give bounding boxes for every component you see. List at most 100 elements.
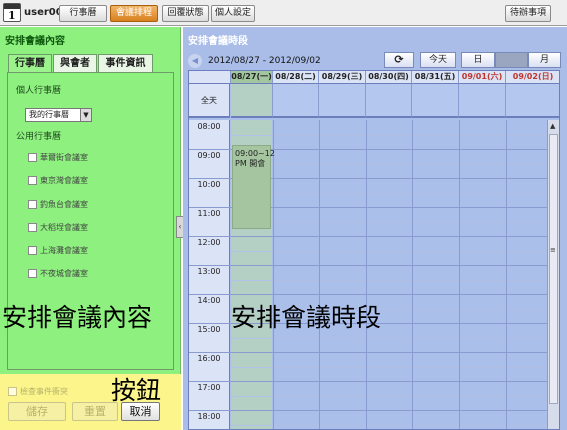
date-range: 2012/08/27 - 2012/09/02 <box>208 56 321 66</box>
day-header[interactable]: 08/29(三) <box>319 71 366 84</box>
room-checkbox[interactable] <box>28 153 37 162</box>
room-checkbox[interactable] <box>28 200 37 209</box>
personal-calendar-select[interactable]: 我的行事曆 ▼ <box>25 108 92 122</box>
refresh-icon: ⟳ <box>394 53 404 66</box>
day-separator <box>506 120 507 429</box>
reply-status-button[interactable]: 回覆狀態 <box>162 5 209 22</box>
room-checkbox[interactable] <box>28 223 37 232</box>
room-label: 不夜城會議室 <box>40 269 88 278</box>
day-separator <box>412 120 413 429</box>
allday-label: 全天 <box>189 84 230 118</box>
annotation-meeting-time: 安排會議時段 <box>231 303 382 332</box>
meeting-content-title: 安排會議內容 <box>5 36 65 47</box>
half-hour-line <box>231 396 549 397</box>
time-label: 10:00 <box>197 180 221 189</box>
annotation-buttons: 按鈕 <box>111 376 162 405</box>
month-view-button[interactable]: 月 <box>528 52 561 68</box>
day-header[interactable]: 09/02(日) <box>506 71 559 84</box>
time-label: 13:00 <box>197 267 221 276</box>
calendar-scrollbar[interactable]: ▲ ≡ <box>547 120 559 429</box>
refresh-button[interactable]: ⟳ <box>384 52 414 68</box>
todo-button[interactable]: 待辦事項 <box>505 5 551 22</box>
half-hour-line <box>231 338 549 339</box>
today-button[interactable]: 今天 <box>420 52 456 68</box>
time-label: 14:00 <box>197 296 221 305</box>
top-toolbar: 1 user001 行事曆 會議排程 回覆狀態 個人設定 待辦事項 <box>0 0 567 26</box>
hour-line <box>189 265 549 266</box>
day-separator <box>459 120 460 429</box>
room-label: 華爾街會議室 <box>40 153 88 162</box>
personal-calendar-label: 個人行事曆 <box>16 86 62 96</box>
prev-icon[interactable]: ◀ <box>188 54 202 68</box>
app-icon-number: 1 <box>8 9 16 22</box>
scroll-up-icon[interactable]: ▲ <box>550 122 555 130</box>
check-conflict-checkbox[interactable] <box>8 387 17 396</box>
day-separator <box>319 120 320 429</box>
calendar-event[interactable]: 09:00~12 PM 開會 <box>232 145 275 229</box>
event-text: 09:00~12 PM 開會 <box>235 149 275 168</box>
half-hour-line <box>231 222 549 223</box>
time-label: 17:00 <box>197 383 221 392</box>
room-label: 上海灘會議室 <box>40 246 88 255</box>
time-label: 09:00 <box>197 151 221 160</box>
day-header[interactable]: 08/31(五) <box>412 71 459 84</box>
check-conflict-label: 檢查事件衝突 <box>20 387 68 396</box>
half-hour-line <box>231 193 549 194</box>
hour-line <box>189 410 549 411</box>
week-view-button[interactable] <box>495 52 528 68</box>
time-label: 11:00 <box>197 209 221 218</box>
room-checkbox[interactable] <box>28 176 37 185</box>
time-label: 12:00 <box>197 238 221 247</box>
chevron-down-icon: ▼ <box>80 109 91 121</box>
day-header[interactable]: 08/30(四) <box>366 71 412 84</box>
day-header[interactable]: 09/01(六) <box>459 71 506 84</box>
half-hour-line <box>231 251 549 252</box>
time-column: 08:00 09:00 10:00 11:00 12:00 13:00 14:0… <box>189 120 230 429</box>
meeting-time-pane: 安排會議時段 ◀ 2012/08/27 - 2012/09/02 ⟳ 今天 日 … <box>183 27 567 430</box>
allday-cell[interactable] <box>231 84 273 118</box>
hour-line <box>189 294 549 295</box>
day-separator <box>273 120 274 429</box>
calendar-button[interactable]: 行事曆 <box>59 5 107 22</box>
public-calendar-label: 公用行事曆 <box>16 132 62 142</box>
day-view-button[interactable]: 日 <box>461 52 495 68</box>
tab-attendees[interactable]: 與會者 <box>53 54 97 73</box>
allday-cell[interactable] <box>506 84 559 118</box>
half-hour-line <box>231 164 549 165</box>
tab-calendar[interactable]: 行事曆 <box>8 54 52 73</box>
hour-line <box>189 236 549 237</box>
scroll-thumb[interactable] <box>549 134 558 404</box>
save-button[interactable]: 儲存 <box>8 402 66 421</box>
room-checkbox[interactable] <box>28 269 37 278</box>
hour-line <box>189 381 549 382</box>
half-hour-line <box>231 367 549 368</box>
day-header[interactable]: 08/28(二) <box>273 71 319 84</box>
time-label: 15:00 <box>197 325 221 334</box>
half-hour-line <box>231 280 549 281</box>
allday-cell[interactable] <box>366 84 412 118</box>
time-label: 08:00 <box>197 122 221 131</box>
personal-settings-button[interactable]: 個人設定 <box>211 5 255 22</box>
tab-event-info[interactable]: 事件資訊 <box>98 54 153 73</box>
hour-line <box>189 352 549 353</box>
room-label: 東京灣會議室 <box>40 176 88 185</box>
room-checkbox[interactable] <box>28 246 37 255</box>
time-label: 16:00 <box>197 354 221 363</box>
room-label: 釣魚台會議室 <box>40 200 88 209</box>
allday-cell[interactable] <box>273 84 319 118</box>
allday-cell[interactable] <box>459 84 506 118</box>
calendar-icon: 1 <box>3 3 21 22</box>
week-calendar-grid[interactable]: 08/27(一) 08/28(二) 08/29(三) 08/30(四) 08/3… <box>188 70 560 430</box>
half-hour-line <box>231 425 549 426</box>
allday-cell[interactable] <box>412 84 459 118</box>
personal-calendar-select-value: 我的行事曆 <box>29 110 69 119</box>
meeting-schedule-button[interactable]: 會議排程 <box>110 5 158 22</box>
annotation-meeting-content: 安排會議內容 <box>2 303 153 332</box>
time-label: 18:00 <box>197 412 221 421</box>
day-separator <box>366 120 367 429</box>
scroll-grip-icon: ≡ <box>550 246 556 254</box>
day-header[interactable]: 08/27(一) <box>231 71 273 84</box>
room-label: 大稻埕會議室 <box>40 223 88 232</box>
half-hour-line <box>231 135 549 136</box>
allday-cell[interactable] <box>319 84 366 118</box>
